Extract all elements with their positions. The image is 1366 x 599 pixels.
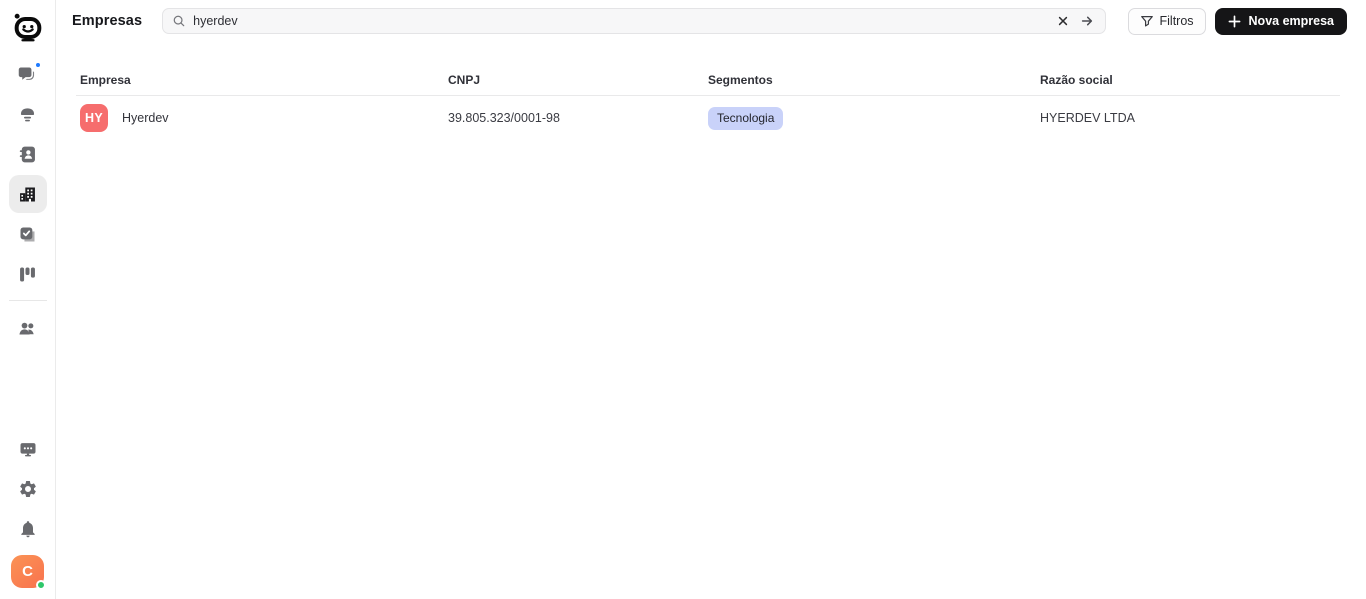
new-company-button[interactable]: Nova empresa — [1214, 7, 1347, 35]
sidebar: C — [0, 0, 56, 599]
tasks-icon — [17, 224, 38, 245]
company-avatar-initials: HY — [85, 111, 103, 125]
online-status-dot — [36, 580, 46, 590]
app-logo[interactable] — [9, 9, 47, 47]
column-header-segmentos: Segmentos — [708, 73, 773, 87]
page-title: Empresas — [72, 13, 143, 29]
user-avatar-initial: C — [22, 563, 33, 580]
sidebar-item-companies[interactable] — [8, 175, 47, 213]
sidebar-item-chats[interactable] — [9, 55, 47, 93]
contacts-icon — [17, 144, 38, 165]
clear-search-button[interactable] — [1055, 13, 1071, 29]
segments-cell: Tecnologia — [708, 106, 1040, 130]
column-header-cnpj: CNPJ — [448, 73, 481, 87]
company-avatar: HY — [80, 104, 108, 132]
company-razao-social: HYERDEV LTDA — [1040, 111, 1135, 125]
companies-table: Empresa CNPJ Segmentos Razão social HY H… — [76, 70, 1340, 140]
plus-icon — [1228, 15, 1241, 28]
wallboard-icon — [18, 439, 38, 459]
sidebar-item-team[interactable] — [9, 309, 47, 347]
search-box — [162, 8, 1106, 34]
notification-dot — [33, 61, 42, 69]
sidebar-item-lamp[interactable] — [9, 95, 47, 133]
submit-search-button[interactable] — [1078, 12, 1096, 30]
kanban-icon — [17, 264, 38, 285]
topbar: Empresas hyerdev Filtros Nova empresa — [56, 0, 1366, 42]
sidebar-item-contacts[interactable] — [9, 135, 47, 173]
robot-logo-icon — [11, 11, 45, 45]
sidebar-item-notifications[interactable] — [9, 510, 47, 548]
arrow-right-icon — [1080, 14, 1094, 28]
company-name: Hyerdev — [122, 111, 169, 125]
company-cell: HY Hyerdev — [80, 104, 448, 132]
sidebar-divider — [8, 300, 47, 301]
sidebar-item-kanban[interactable] — [9, 255, 47, 293]
app-root: C Empresas hyerdev Filtros Nova empresa … — [0, 0, 1366, 599]
filters-button[interactable]: Filtros — [1127, 7, 1206, 35]
bell-icon — [18, 519, 38, 539]
sidebar-item-tasks[interactable] — [9, 215, 47, 253]
sidebar-bottom: C — [9, 429, 47, 599]
filter-funnel-icon — [1140, 14, 1154, 28]
sidebar-item-settings[interactable] — [9, 470, 47, 508]
column-header-razao-social: Razão social — [1040, 73, 1113, 87]
column-header-empresa: Empresa — [80, 73, 131, 87]
company-cnpj: 39.805.323/0001-98 — [448, 111, 560, 125]
main-content: Empresas hyerdev Filtros Nova empresa Em… — [56, 0, 1366, 599]
segment-badge: Tecnologia — [708, 106, 784, 130]
sidebar-item-wallboard[interactable] — [9, 430, 47, 468]
sidebar-nav — [8, 54, 47, 348]
filters-button-label: Filtros — [1159, 14, 1194, 28]
close-icon — [1057, 15, 1069, 27]
new-company-button-label: Nova empresa — [1248, 14, 1334, 28]
lamp-icon — [17, 104, 38, 125]
table-row[interactable]: HY Hyerdev 39.805.323/0001-98 Tecnologia… — [76, 96, 1340, 140]
table-header-row: Empresa CNPJ Segmentos Razão social — [76, 70, 1340, 96]
gear-icon — [18, 479, 38, 499]
user-avatar[interactable]: C — [11, 555, 46, 590]
building-icon — [17, 184, 38, 205]
team-icon — [17, 318, 38, 339]
search-icon — [172, 14, 186, 28]
search-input[interactable] — [193, 14, 1048, 28]
